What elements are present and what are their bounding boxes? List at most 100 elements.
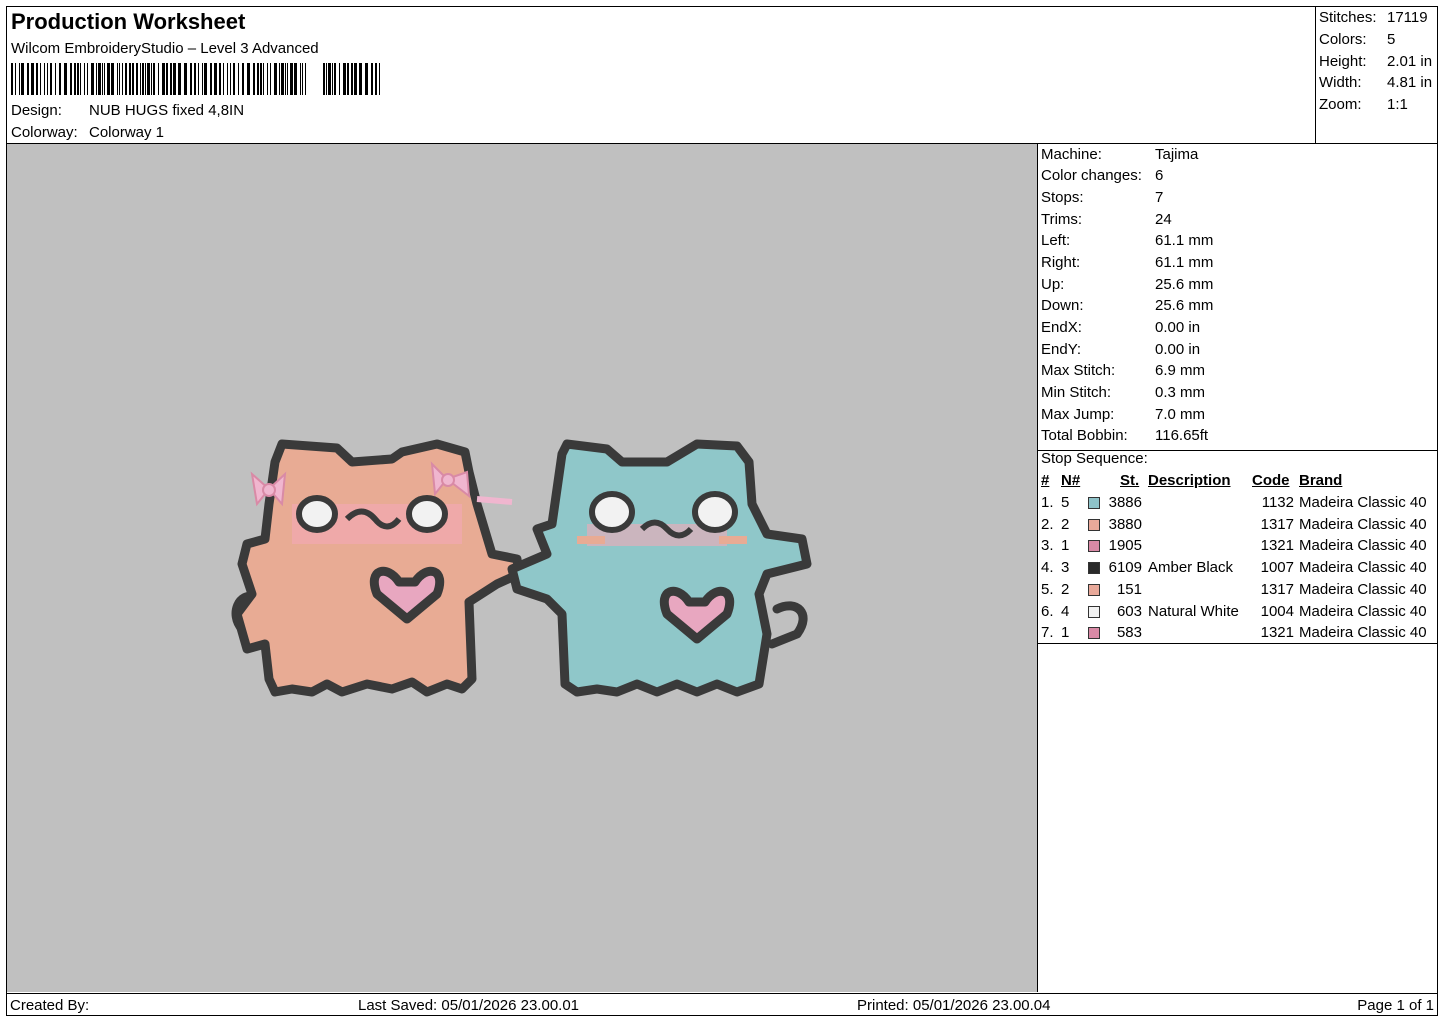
barcode-bar xyxy=(198,63,199,95)
cell-brand: Madeira Classic 40 xyxy=(1299,602,1427,620)
info-down: Down: 25.6 mm xyxy=(1041,297,1213,314)
barcode-bar xyxy=(15,63,16,95)
barcode-bar xyxy=(117,63,118,95)
info-total-bobbin: Total Bobbin: 116.65ft xyxy=(1041,427,1208,444)
info-label: Total Bobbin: xyxy=(1041,427,1128,444)
barcode-bar xyxy=(326,63,327,95)
barcode-bar xyxy=(170,63,172,95)
barcode-bar xyxy=(136,63,138,95)
footer: Created By: Last Saved: 05/01/2026 23.00… xyxy=(7,993,1437,1016)
barcode-bar xyxy=(194,63,196,95)
barcode-bar xyxy=(328,63,331,95)
software-name: Wilcom EmbroideryStudio – Level 3 Advanc… xyxy=(11,40,319,57)
info-max-jump: Max Jump: 7.0 mm xyxy=(1041,406,1205,423)
barcode-bar xyxy=(219,63,221,95)
stop-sequence-row: 7. 1 583 1321 Madeira Classic 40 xyxy=(1038,624,1438,644)
cell-st: 6109 xyxy=(1108,559,1142,577)
stop-sequence-title: Stop Sequence: xyxy=(1041,450,1148,467)
barcode-bar xyxy=(145,63,146,95)
cell-st: 151 xyxy=(1116,580,1142,598)
barcode-bar xyxy=(210,63,212,95)
barcode-bar xyxy=(125,63,127,95)
info-label: Max Jump: xyxy=(1041,406,1115,423)
barcode-bar xyxy=(96,63,97,95)
cell-st: 583 xyxy=(1116,624,1142,642)
barcode-bar xyxy=(365,63,368,95)
color-swatch xyxy=(1088,605,1100,618)
summary-value: 4.81 in xyxy=(1387,74,1433,91)
barcode-bar xyxy=(153,63,155,95)
col-num: # xyxy=(1041,472,1050,489)
barcode-bar xyxy=(190,63,192,95)
summary-value: 17119 xyxy=(1387,9,1428,26)
info-value: 116.65ft xyxy=(1155,427,1209,444)
summary-label: Stitches: xyxy=(1319,9,1377,26)
barcode-bar xyxy=(263,63,264,95)
cell-st: 603 xyxy=(1116,602,1142,620)
barcode-bar xyxy=(129,63,131,95)
barcode-bar xyxy=(21,63,24,95)
info-trims: Trims: 24 xyxy=(1041,211,1172,228)
cell-st: 3886 xyxy=(1108,494,1142,511)
barcode-bar xyxy=(47,63,48,95)
cell-brand: Madeira Classic 40 xyxy=(1299,624,1427,642)
barcode-bar xyxy=(84,63,85,95)
barcode-bar xyxy=(122,63,123,95)
stop-sequence-row: 4. 3 6109 Amber Black 1007 Madeira Classic 40 xyxy=(1038,559,1438,579)
page-title: Production Worksheet xyxy=(11,9,246,34)
summary-zoom: Zoom: 1:1 xyxy=(1319,96,1408,113)
color-swatch xyxy=(1088,583,1100,596)
summary-stitches: Stitches: 17119 xyxy=(1319,9,1428,26)
info-max-stitch: Max Stitch: 6.9 mm xyxy=(1041,362,1205,379)
cell-brand: Madeira Classic 40 xyxy=(1299,559,1427,577)
barcode-bar xyxy=(87,63,88,95)
col-st: St. xyxy=(1120,472,1140,489)
barcode-bar xyxy=(334,63,336,95)
barcode-bar xyxy=(351,63,353,95)
barcode-bar xyxy=(332,63,333,95)
barcode-bar xyxy=(64,63,67,95)
barcode-bar xyxy=(281,63,284,95)
barcode-bar xyxy=(253,63,255,95)
design-value: NUB HUGS fixed 4,8IN xyxy=(89,102,245,119)
info-label: Down: xyxy=(1041,297,1084,314)
info-endy: EndY: 0.00 in xyxy=(1041,341,1200,358)
info-right: Right: 61.1 mm xyxy=(1041,254,1213,271)
barcode-bar xyxy=(140,63,141,95)
info-endx: EndX: 0.00 in xyxy=(1041,319,1200,336)
barcode-bar xyxy=(290,63,293,95)
cell-n: 4 xyxy=(1061,602,1070,620)
color-swatch xyxy=(1088,540,1100,553)
col-description: Description xyxy=(1148,472,1231,489)
barcode-bar xyxy=(36,63,38,95)
cell-brand: Madeira Classic 40 xyxy=(1299,537,1427,555)
cell-st: 1905 xyxy=(1108,537,1142,555)
info-left: Left: 61.1 mm xyxy=(1041,232,1213,249)
info-stops: Stops: 7 xyxy=(1041,189,1163,206)
cell-num: 2. xyxy=(1041,515,1054,533)
barcode-bar xyxy=(80,63,81,95)
cell-num: 7. xyxy=(1041,624,1054,642)
barcode-bar xyxy=(77,63,79,95)
info-value: 61.1 mm xyxy=(1155,254,1214,271)
barcode-bar xyxy=(132,63,134,95)
stop-sequence-row: 1. 5 3886 1132 Madeira Classic 40 xyxy=(1038,494,1438,514)
barcode-bar xyxy=(98,63,101,95)
cell-brand: Madeira Classic 40 xyxy=(1299,515,1427,533)
barcode-bar xyxy=(158,63,159,95)
info-label: Max Stitch: xyxy=(1041,362,1116,379)
info-value: 0.3 mm xyxy=(1155,384,1206,401)
cell-num: 1. xyxy=(1041,494,1054,511)
barcode-bar xyxy=(354,63,357,95)
barcode-bar xyxy=(294,63,297,95)
barcode-bar xyxy=(375,63,377,95)
barcode-bar xyxy=(59,63,61,95)
cell-description: Natural White xyxy=(1148,602,1239,620)
info-label: Up: xyxy=(1041,276,1065,293)
info-label: Stops: xyxy=(1041,189,1084,206)
barcode-bar xyxy=(359,63,362,95)
teal-cat-image xyxy=(507,439,812,697)
summary-width: Width: 4.81 in xyxy=(1319,74,1432,91)
info-label: Left: xyxy=(1041,232,1071,249)
cell-n: 2 xyxy=(1061,580,1070,598)
